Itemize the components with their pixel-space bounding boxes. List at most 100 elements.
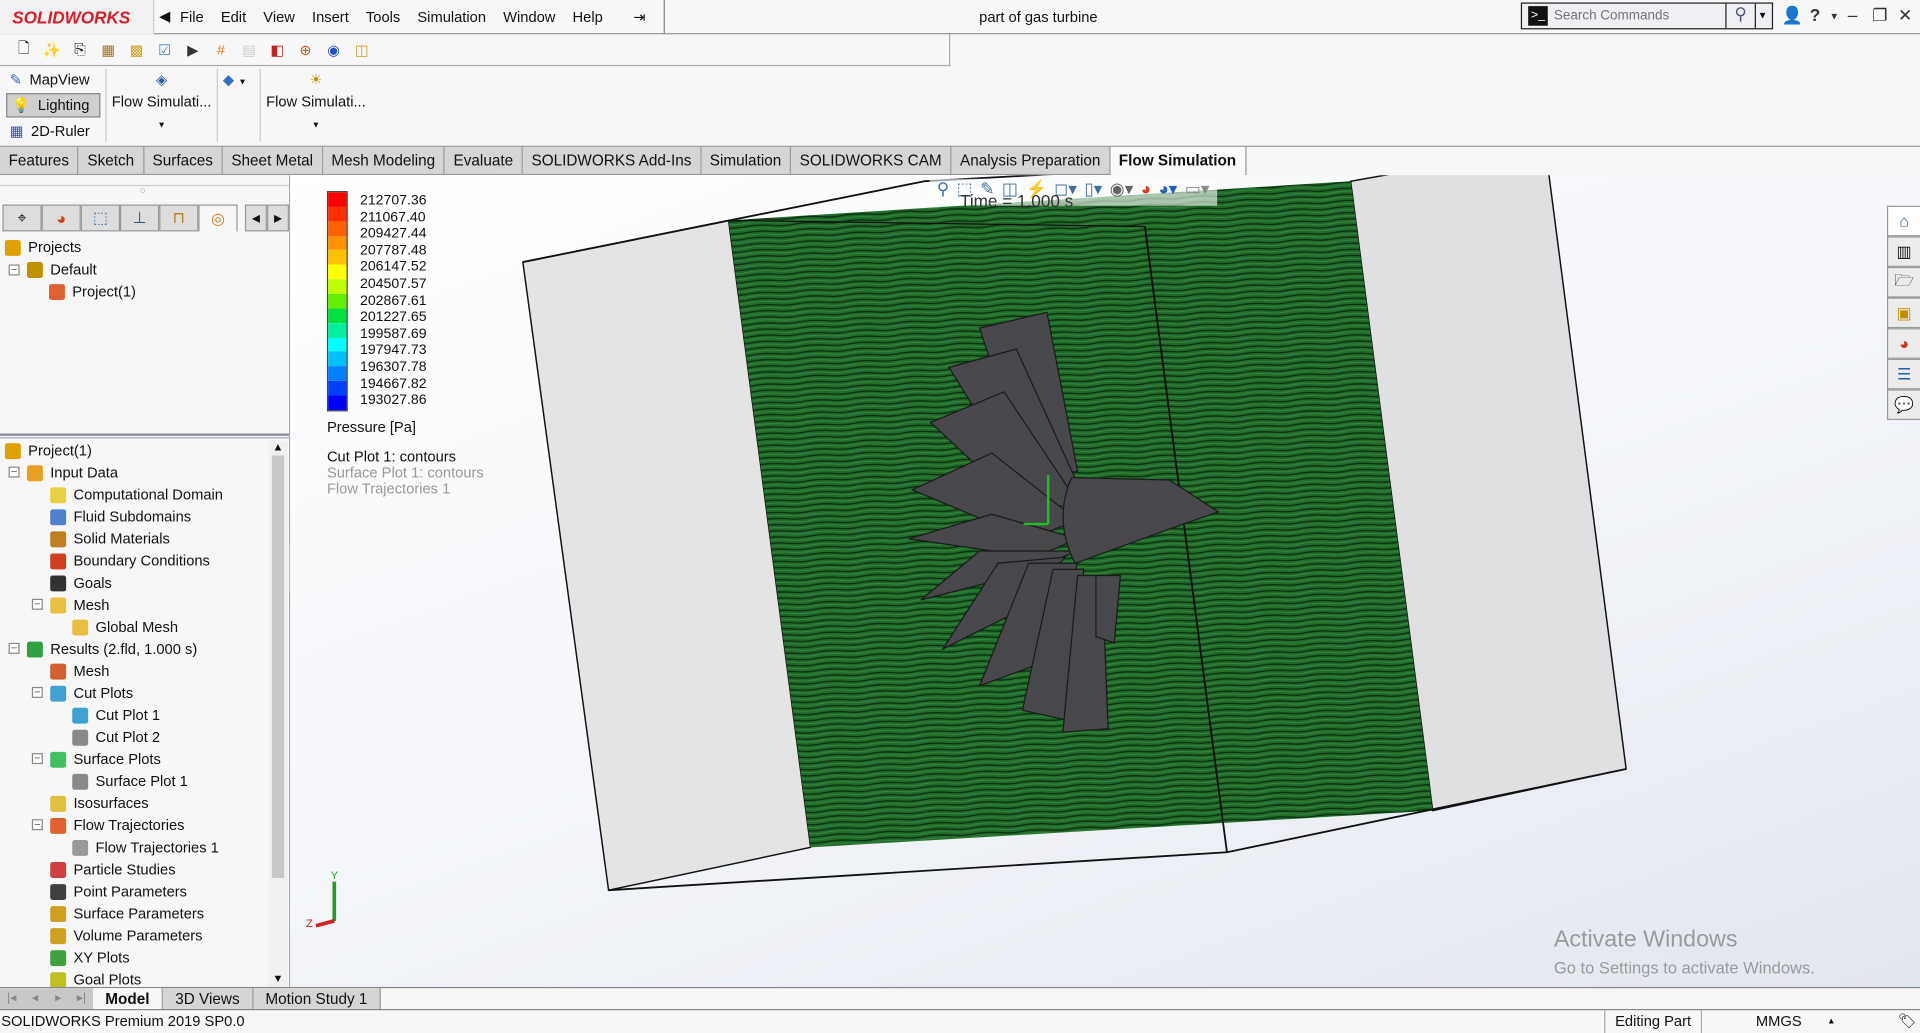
- tree-scrollbar[interactable]: ▲ ▼: [268, 440, 288, 987]
- custom-properties-icon[interactable]: ☰: [1886, 358, 1920, 390]
- dropdown-arrow-icon[interactable]: ▼: [110, 121, 213, 130]
- first-tab-icon[interactable]: |◂: [0, 988, 23, 1009]
- menu-window[interactable]: Window: [495, 8, 564, 25]
- file-explorer-icon[interactable]: 🗁: [1886, 266, 1920, 298]
- user-icon[interactable]: 👤: [1782, 5, 1803, 26]
- bottom-tab-3d-views[interactable]: 3D Views: [162, 988, 254, 1009]
- analysis-tree-item[interactable]: Mesh: [50, 594, 109, 616]
- close-icon[interactable]: ✕: [1898, 5, 1912, 26]
- analysis-tree-item[interactable]: Project(1): [4, 440, 92, 462]
- prev-tab-icon[interactable]: ◂: [23, 988, 46, 1009]
- flow-simulation-button-1[interactable]: ◈ Flow Simulati... ▼: [110, 71, 213, 130]
- analysis-tree-item[interactable]: Surface Plot 1: [72, 770, 188, 792]
- cam-tab-icon[interactable]: ⊥: [120, 204, 160, 232]
- project-tree-item[interactable]: Project(1): [48, 280, 136, 302]
- tab-analysis-preparation[interactable]: Analysis Preparation: [951, 146, 1111, 176]
- tab-features[interactable]: Features: [0, 146, 79, 176]
- dimxpert-tab-icon[interactable]: ⬚: [80, 204, 121, 232]
- collapse-icon[interactable]: −: [8, 264, 20, 276]
- analysis-tree-item[interactable]: Cut Plot 2: [72, 726, 160, 748]
- collapse-icon[interactable]: −: [31, 752, 43, 765]
- scroll-up-icon[interactable]: ▲: [268, 441, 288, 453]
- tree-splitter[interactable]: [0, 433, 289, 439]
- restore-icon[interactable]: ❐: [1872, 5, 1887, 26]
- design-library-icon[interactable]: ▥: [1886, 236, 1920, 267]
- run-icon[interactable]: ▶: [181, 39, 204, 61]
- project-tree-item[interactable]: Default: [26, 258, 97, 280]
- tab-mesh-modeling[interactable]: Mesh Modeling: [322, 146, 445, 176]
- analysis-tree-item[interactable]: Global Mesh: [72, 616, 178, 638]
- bottom-tab-model[interactable]: Model: [93, 988, 163, 1009]
- project-tree-item[interactable]: Projects: [4, 236, 81, 258]
- analysis-tree-item[interactable]: Cut Plot 1: [72, 704, 160, 726]
- menu-help[interactable]: Help: [564, 8, 611, 25]
- wizard-icon[interactable]: ✨: [40, 39, 63, 61]
- load-results-icon[interactable]: ◧: [266, 39, 289, 61]
- cam-tool-tab-icon[interactable]: ⊓: [159, 204, 199, 232]
- search-commands[interactable]: >_ ⚲ ▼: [1520, 2, 1774, 30]
- search-icon[interactable]: ⚲: [1725, 3, 1754, 29]
- view-settings-icon[interactable]: ▭▾: [1185, 179, 1210, 206]
- parameters-dropdown[interactable]: ◆ ▼: [223, 71, 247, 88]
- analysis-tree-item[interactable]: Isosurfaces: [50, 792, 149, 814]
- flow-simulation-button-2[interactable]: ☀ Flow Simulati... ▼: [264, 71, 367, 130]
- tab-solidworks-add-ins[interactable]: SOLIDWORKS Add-Ins: [522, 146, 702, 176]
- scroll-down-icon[interactable]: ▼: [268, 972, 288, 984]
- menu-view[interactable]: View: [255, 8, 304, 25]
- collapse-icon[interactable]: −: [31, 598, 43, 610]
- analysis-tree-item[interactable]: Surface Plots: [50, 748, 161, 770]
- results-summary-icon[interactable]: ◉: [322, 39, 345, 61]
- last-tab-icon[interactable]: ▸|: [70, 988, 93, 1009]
- tab-evaluate[interactable]: Evaluate: [444, 146, 523, 176]
- bottom-tab-motion-study-1[interactable]: Motion Study 1: [253, 988, 381, 1009]
- scrollbar-thumb[interactable]: [271, 455, 285, 878]
- analysis-tree-item[interactable]: Fluid Subdomains: [50, 506, 191, 528]
- next-tab-icon[interactable]: ▸: [47, 988, 70, 1009]
- tab-sketch[interactable]: Sketch: [78, 146, 144, 176]
- analysis-tree-item[interactable]: Surface Parameters: [50, 902, 204, 924]
- mesh-grid-icon[interactable]: #: [209, 39, 232, 61]
- tab-scroll-left-icon[interactable]: ◂: [244, 204, 267, 232]
- tab-sheet-metal[interactable]: Sheet Metal: [222, 146, 323, 176]
- analysis-tree-item[interactable]: Mesh: [50, 660, 109, 682]
- analysis-tree-item[interactable]: Particle Studies: [50, 858, 176, 880]
- analysis-tree-item[interactable]: XY Plots: [50, 947, 130, 969]
- lighting-button[interactable]: 💡 Lighting: [6, 93, 101, 118]
- panel-splitter-handle[interactable]: ○: [140, 185, 146, 196]
- solidworks-resources-icon[interactable]: ⌂: [1886, 205, 1920, 237]
- tab-simulation[interactable]: Simulation: [701, 146, 792, 176]
- collapse-icon[interactable]: −: [31, 686, 43, 698]
- new-document-icon[interactable]: 🗋: [12, 39, 35, 61]
- analysis-tree-item[interactable]: Cut Plots: [50, 682, 133, 704]
- tab-scroll-right-icon[interactable]: ▸: [266, 204, 289, 232]
- plot-entry[interactable]: Flow Trajectories 1: [327, 481, 484, 497]
- analysis-tree-item[interactable]: Point Parameters: [50, 880, 187, 902]
- menu-tools[interactable]: Tools: [357, 8, 408, 25]
- analysis-tree-item[interactable]: Results (2.fld, 1.000 s): [26, 638, 197, 660]
- analysis-tree-item[interactable]: Volume Parameters: [50, 924, 203, 946]
- menu-file[interactable]: File: [171, 8, 212, 25]
- analysis-tree-item[interactable]: Flow Trajectories 1: [72, 836, 219, 858]
- collapse-icon[interactable]: −: [31, 819, 43, 831]
- hide-show-icon[interactable]: ◉▾: [1110, 179, 1134, 206]
- analysis-tree-item[interactable]: Boundary Conditions: [50, 550, 210, 572]
- tab-flow-simulation[interactable]: Flow Simulation: [1110, 146, 1246, 176]
- plot-entry[interactable]: Cut Plot 1: contours: [327, 449, 484, 465]
- edit-appearance-icon[interactable]: ◕: [1141, 179, 1151, 206]
- search-input[interactable]: [1553, 8, 1726, 24]
- help-dropdown-icon[interactable]: ▼: [1829, 11, 1839, 22]
- analysis-tree-item[interactable]: Flow Trajectories: [50, 814, 185, 836]
- mapview-button[interactable]: ✎ MapView: [5, 67, 95, 91]
- rebuild-tag-icon[interactable]: 🏷: [1898, 1010, 1917, 1033]
- display-style-icon[interactable]: ▯▾: [1084, 179, 1102, 206]
- copy-icon[interactable]: ⎘: [69, 39, 92, 61]
- solidworks-logo[interactable]: SOLIDWORKS: [0, 0, 155, 35]
- 2d-ruler-button[interactable]: ▦ 2D-Ruler: [5, 119, 95, 143]
- menu-insert[interactable]: Insert: [303, 8, 357, 25]
- appearance-tab-icon[interactable]: ◕: [41, 204, 81, 232]
- apply-scene-icon[interactable]: ◕▾: [1158, 179, 1177, 206]
- help-icon[interactable]: ?: [1810, 5, 1820, 25]
- display-results-icon[interactable]: ◫: [350, 39, 373, 61]
- flow-simulation-tab-icon[interactable]: ◎: [198, 204, 238, 232]
- run-check-icon[interactable]: ☑: [153, 39, 176, 61]
